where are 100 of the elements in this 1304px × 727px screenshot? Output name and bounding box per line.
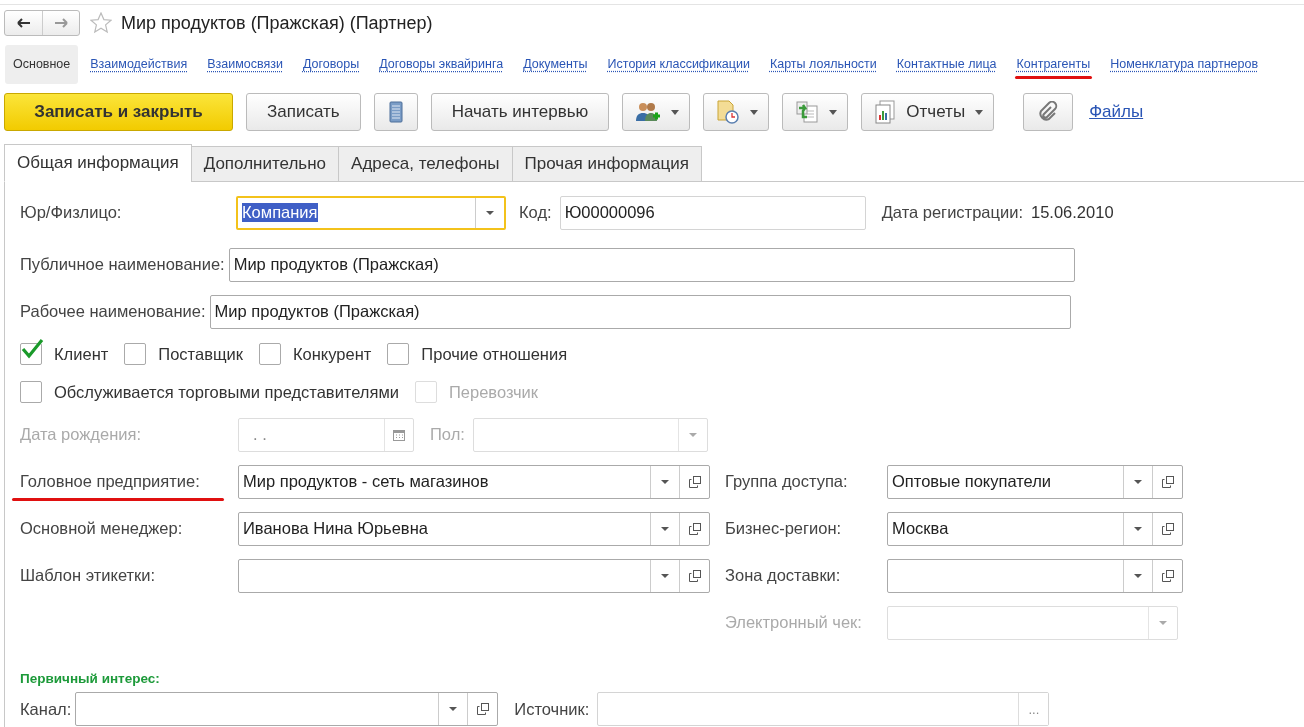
section-link[interactable]: Карты лояльности (761, 50, 885, 78)
field-label: Головное предприятие: (20, 472, 200, 491)
source-field[interactable]: ... (597, 692, 1050, 726)
checkbox[interactable] (387, 343, 410, 365)
dropdown-icon (1134, 526, 1142, 531)
tab[interactable]: Адреса, телефоны (338, 146, 513, 182)
field-label: Группа доступа: (725, 472, 849, 491)
select-field[interactable]: Иванова Нина Юрьевна (238, 511, 710, 546)
list-icon (388, 101, 403, 123)
files-link[interactable]: Файлы (1089, 102, 1144, 122)
checkbox-label: Перевозчик (449, 382, 538, 402)
section-link[interactable]: Взаимосвязи (199, 50, 291, 78)
section-link[interactable]: История классификации (599, 50, 758, 78)
field-label: Шаблон этикетки: (20, 566, 156, 585)
toolbar-button[interactable] (622, 93, 691, 131)
field-label: Юр/Физлицо: (20, 203, 123, 222)
registration-date: 15.06.2010 (1031, 203, 1114, 222)
toolbar-button[interactable]: Записать (246, 93, 361, 131)
section-link[interactable]: Контрагенты (1008, 50, 1099, 78)
section-heading: Первичный интерес: (20, 671, 161, 688)
dropdown-icon (1134, 573, 1142, 578)
open-icon (688, 522, 701, 535)
open-icon (476, 703, 489, 715)
star-icon[interactable] (90, 12, 112, 34)
dropdown-icon (688, 432, 697, 437)
checkbox-label: Прочие отношения (421, 344, 568, 364)
caret-icon (975, 109, 984, 115)
working-name-field[interactable]: Мир продуктов (Пражская) (209, 294, 1071, 329)
field-label: Публичное наименование: (20, 255, 225, 274)
caret-icon (750, 109, 759, 115)
dropdown-icon (1159, 620, 1167, 625)
choose-button[interactable]: ... (1018, 693, 1049, 725)
forward-icon (54, 18, 68, 28)
section-link[interactable]: Взаимодействия (82, 50, 196, 78)
channel-select[interactable] (75, 692, 499, 726)
window-title: Мир продуктов (Пражская) (Партнер) (121, 12, 433, 34)
toolbar-button[interactable] (373, 93, 418, 131)
toolbar-button[interactable]: Начать интервью (430, 93, 610, 131)
dropdown-icon (1134, 479, 1142, 484)
legal-form-select[interactable]: Компания (236, 195, 506, 230)
section-link[interactable]: Документы (515, 50, 596, 78)
select-field[interactable] (238, 558, 710, 593)
checkbox[interactable] (124, 343, 147, 365)
select-field[interactable] (887, 558, 1183, 593)
field-label: Бизнес-регион: (725, 519, 843, 538)
open-icon (1161, 569, 1174, 582)
open-icon (1161, 475, 1174, 488)
field-label: Основной менеджер: (20, 519, 183, 538)
select-field[interactable]: Мир продуктов - сеть магазинов (238, 464, 710, 499)
open-icon (1161, 522, 1174, 535)
button-label: Отчеты (906, 102, 966, 122)
field-label: Рабочее наименование: (20, 302, 206, 321)
dropdown-icon (661, 573, 669, 578)
checkbox[interactable] (20, 381, 42, 403)
dropdown-icon (486, 210, 494, 215)
report-chart-icon (874, 100, 897, 124)
field-label: Канал: (20, 699, 72, 719)
tab[interactable]: Общая информация (4, 144, 192, 182)
back-icon (16, 18, 31, 28)
section-link[interactable]: Основное (5, 44, 79, 84)
toolbar-button[interactable] (782, 93, 849, 131)
section-link[interactable]: Договоры эквайринга (371, 50, 512, 78)
checkbox-label: Поставщик (158, 344, 243, 364)
document-arrow-icon (795, 100, 820, 124)
field-label: Электронный чек: (725, 613, 863, 632)
open-icon (688, 475, 701, 488)
tab[interactable]: Прочая информация (511, 146, 702, 182)
checkbox-label: Обслуживается торговыми представителями (54, 382, 399, 402)
field-label: Пол: (430, 425, 465, 444)
select-field[interactable]: Москва (887, 511, 1183, 546)
field-label: Зона доставки: (725, 566, 842, 585)
field-label: Код: (519, 203, 552, 222)
section-link[interactable]: Контактные лица (888, 50, 1005, 78)
paperclip-icon (1038, 101, 1059, 123)
document-clock-icon (716, 100, 741, 124)
field-label: Дата рождения: (20, 425, 142, 444)
tab[interactable]: Дополнительно (190, 146, 340, 182)
selected-value: Компания (242, 203, 318, 222)
people-add-icon (635, 101, 662, 123)
checkbox-label: Конкурент (292, 344, 372, 364)
calendar-icon (393, 428, 405, 441)
public-name-field[interactable]: Мир продуктов (Пражская) (228, 247, 1075, 282)
save-and-close-button[interactable]: Записать и закрыть (4, 93, 233, 131)
caret-icon (671, 109, 680, 115)
checkmark-icon (20, 338, 44, 360)
code-field[interactable]: Ю00000096 (559, 195, 866, 230)
section-link[interactable]: Договоры (294, 50, 368, 78)
dropdown-icon (661, 479, 669, 484)
toolbar-button[interactable] (703, 93, 770, 131)
checkbox[interactable] (258, 343, 281, 365)
select-field[interactable]: Оптовые покупатели (887, 464, 1183, 499)
section-link[interactable]: Номенклатура партнеров (1102, 50, 1267, 78)
toolbar-button[interactable] (1023, 93, 1074, 131)
field-label: Источник: (514, 699, 590, 719)
caret-icon (829, 109, 838, 115)
dropdown-icon (661, 526, 669, 531)
field-label: Дата регистрации: (881, 203, 1023, 222)
toolbar-button[interactable]: Отчеты (861, 93, 995, 131)
open-icon (688, 569, 701, 582)
checkbox-label: Клиент (54, 344, 109, 364)
